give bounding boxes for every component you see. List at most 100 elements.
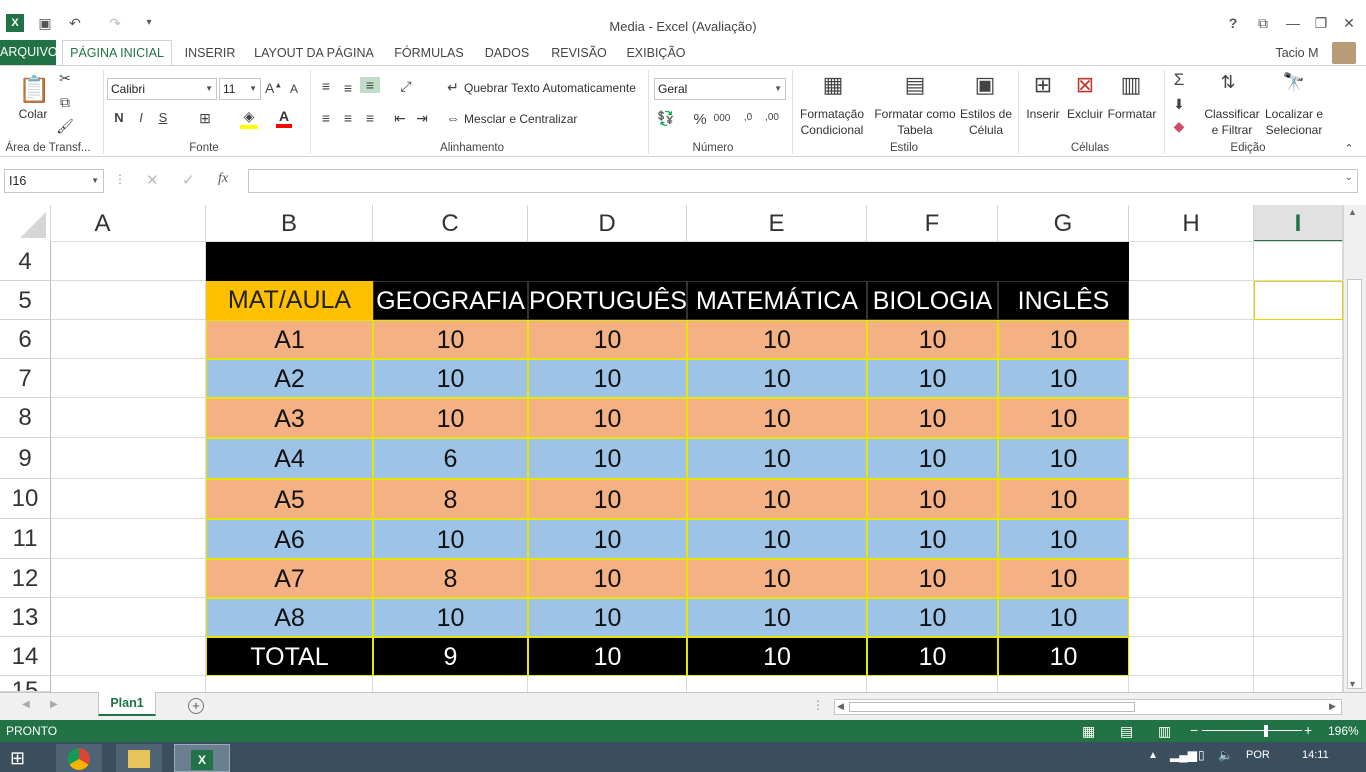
row-header-13[interactable]: 13 (0, 598, 51, 637)
italic-button[interactable]: I (134, 110, 148, 125)
fill-color-icon[interactable]: ◈ (240, 108, 258, 129)
table-total-cell[interactable]: 9 (373, 637, 528, 676)
table-body-cell[interactable]: 10 (998, 479, 1129, 519)
sort-filter-icon[interactable]: ⇅ (1214, 72, 1242, 93)
table-total-cell[interactable]: 10 (998, 637, 1129, 676)
column-header-i[interactable]: I (1254, 205, 1343, 242)
table-body-cell[interactable]: 10 (867, 438, 998, 479)
cancel-entry-icon[interactable]: ✕ (146, 171, 159, 189)
zoom-slider[interactable] (1202, 730, 1302, 731)
row-header-14[interactable]: 14 (0, 637, 51, 676)
column-header-d[interactable]: D (528, 205, 687, 242)
table-body-cell[interactable]: 10 (867, 598, 998, 637)
close-icon[interactable]: ✕ (1340, 14, 1358, 32)
excel-taskbar-icon[interactable]: X (174, 744, 230, 772)
align-left-icon[interactable]: ≡ (318, 110, 334, 126)
row-header-11[interactable]: 11 (0, 519, 51, 559)
table-body-cell[interactable]: A1 (206, 320, 373, 359)
tab-revisao[interactable]: REVISÃO (546, 43, 612, 66)
tab-exibicao[interactable]: EXIBIÇÃO (622, 43, 690, 66)
table-body-cell[interactable]: 10 (373, 398, 528, 438)
zoom-in-icon[interactable]: + (1304, 722, 1312, 738)
column-header-h[interactable]: H (1129, 205, 1254, 242)
sort-filter-button[interactable]: Classificar e Filtrar (1200, 106, 1264, 138)
format-cells-icon[interactable]: ▥ (1118, 72, 1144, 102)
table-total-cell[interactable]: 10 (867, 637, 998, 676)
minimize-icon[interactable]: — (1284, 14, 1302, 32)
underline-button[interactable]: S (156, 110, 170, 125)
insert-function-icon[interactable]: fx (218, 171, 228, 187)
delete-cells-button[interactable]: Excluir (1064, 106, 1106, 122)
table-body-cell[interactable]: 10 (687, 320, 867, 359)
horizontal-scrollbar[interactable]: ◀ ▶ (834, 699, 1342, 715)
font-name-select[interactable]: Calibri ▼ (107, 78, 217, 100)
delete-cells-icon[interactable]: ⊠ (1072, 72, 1098, 102)
table-body-cell[interactable]: A3 (206, 398, 373, 438)
align-right-icon[interactable]: ≡ (362, 110, 378, 126)
scroll-down-icon[interactable]: ▼ (1348, 679, 1357, 689)
table-body-cell[interactable]: 10 (998, 359, 1129, 398)
table-body-cell[interactable]: 10 (528, 320, 687, 359)
table-body-cell[interactable]: 10 (687, 359, 867, 398)
collapse-ribbon-icon[interactable]: ⌃ (1342, 142, 1356, 155)
table-body-cell[interactable]: 10 (687, 559, 867, 598)
table-header-cell[interactable]: BIOLOGIA (867, 281, 998, 320)
table-body-cell[interactable]: 10 (998, 519, 1129, 559)
explorer-taskbar-icon[interactable] (116, 744, 162, 772)
column-header-e[interactable]: E (687, 205, 867, 242)
table-total-cell[interactable]: 10 (687, 637, 867, 676)
row-header-10[interactable]: 10 (0, 479, 51, 519)
decrease-indent-icon[interactable]: ⇤ (392, 110, 408, 127)
table-body-cell[interactable]: 10 (998, 598, 1129, 637)
table-body-cell[interactable]: 10 (687, 479, 867, 519)
table-body-cell[interactable]: 10 (528, 559, 687, 598)
table-body-cell[interactable]: 10 (373, 359, 528, 398)
table-body-cell[interactable]: 10 (998, 559, 1129, 598)
table-header-cell[interactable]: GEOGRAFIA (373, 281, 528, 320)
battery-icon[interactable]: ▯ (1198, 748, 1205, 762)
page-break-view-icon[interactable]: ▥ (1158, 723, 1171, 740)
zoom-slider-thumb[interactable] (1264, 725, 1268, 737)
table-total-cell[interactable]: TOTAL (206, 637, 373, 676)
worksheet-grid[interactable]: MAT/AULA GEOGRAFIA PORTUGUÊS MATEMÁTICA BIOL… (51, 241, 1343, 692)
avatar[interactable] (1332, 42, 1356, 64)
table-body-cell[interactable]: 10 (867, 398, 998, 438)
table-body-cell[interactable]: 10 (687, 598, 867, 637)
wrap-text-button[interactable]: Quebrar Texto Automaticamente (464, 80, 642, 96)
merge-center-button[interactable]: Mesclar e Centralizar (464, 111, 594, 127)
network-icon[interactable]: ▂▄▆ (1170, 748, 1197, 762)
table-body-cell[interactable]: 10 (998, 320, 1129, 359)
cell-styles-icon[interactable]: ▣ (970, 72, 1000, 102)
h-scrollbar-thumb[interactable] (849, 702, 1135, 712)
restore-icon[interactable]: ❐ (1312, 14, 1330, 32)
ribbon-display-icon[interactable]: ⧉ (1254, 14, 1272, 32)
percent-icon[interactable]: % (692, 111, 708, 128)
format-as-table-icon[interactable]: ▤ (900, 72, 930, 102)
select-all-corner[interactable] (0, 205, 51, 242)
scroll-left-icon[interactable]: ◀ (837, 701, 844, 712)
row-header-12[interactable]: 12 (0, 559, 51, 598)
normal-view-icon[interactable]: ▦ (1082, 723, 1095, 740)
table-body-cell[interactable]: A4 (206, 438, 373, 479)
tab-formulas[interactable]: FÓRMULAS (390, 43, 468, 66)
column-header-f[interactable]: F (867, 205, 998, 242)
scroll-up-icon[interactable]: ▲ (1348, 207, 1357, 217)
number-format-select[interactable]: Geral ▼ (654, 78, 786, 100)
row-header-6[interactable]: 6 (0, 320, 51, 359)
row-header-9[interactable]: 9 (0, 438, 51, 479)
column-header-g[interactable]: G (998, 205, 1129, 242)
name-box[interactable]: I16 ▼ (4, 169, 104, 193)
table-body-cell[interactable]: A6 (206, 519, 373, 559)
paste-button[interactable]: Colar (12, 106, 54, 122)
scrollbar-thumb[interactable] (1347, 279, 1362, 689)
table-body-cell[interactable]: A2 (206, 359, 373, 398)
table-body-cell[interactable]: 8 (373, 479, 528, 519)
table-body-cell[interactable]: 10 (528, 359, 687, 398)
orientation-icon[interactable]: ⤢ (394, 78, 418, 95)
formula-input[interactable]: ⌄ (248, 169, 1358, 193)
vertical-scrollbar[interactable]: ▲ ▼ (1343, 205, 1366, 692)
table-body-cell[interactable]: 10 (528, 479, 687, 519)
decrease-decimal-icon[interactable]: ,00 (764, 112, 780, 123)
conditional-format-button[interactable]: Formatação Condicional (796, 106, 868, 138)
help-icon[interactable]: ? (1224, 14, 1242, 32)
